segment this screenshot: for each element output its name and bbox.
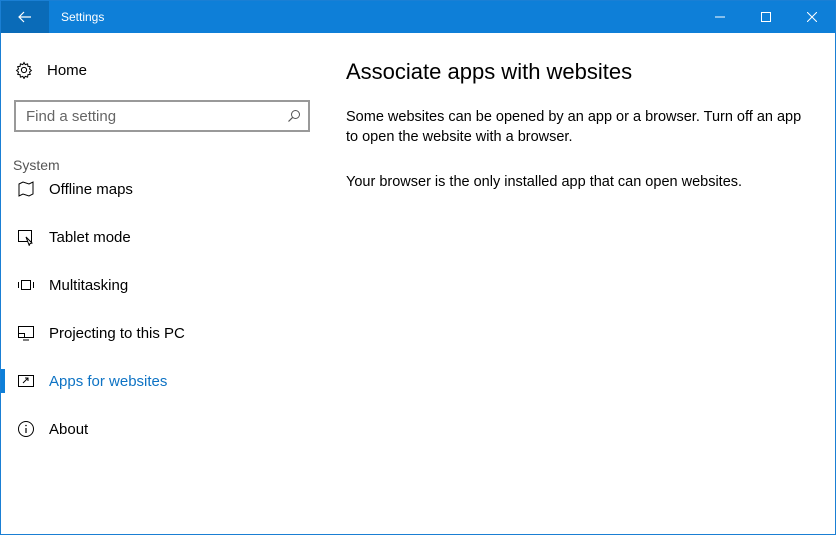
nav-home-label: Home [47, 61, 88, 79]
search-input[interactable] [16, 102, 280, 130]
page-title: Associate apps with websites [346, 59, 633, 84]
active-indicator [1, 369, 5, 393]
maximize-button[interactable] [743, 1, 789, 33]
back-button[interactable] [1, 1, 49, 33]
map-icon [17, 180, 35, 198]
sidebar-item-label: About [49, 420, 89, 438]
nav-home[interactable]: Home [15, 59, 87, 81]
sidebar-item-label: Apps for websites [49, 372, 168, 390]
close-icon [807, 12, 817, 22]
close-button[interactable] [789, 1, 835, 33]
sidebar-item-label: Offline maps [49, 180, 133, 198]
sidebar-item-offline-maps[interactable]: Offline maps [1, 175, 323, 209]
minimize-icon [715, 16, 725, 18]
sidebar-item-multitasking[interactable]: Multitasking [1, 265, 323, 305]
multitasking-icon [17, 276, 35, 294]
window-title: Settings [61, 10, 105, 24]
sidebar-item-about[interactable]: About [1, 409, 323, 449]
section-label-system: System [13, 157, 60, 173]
nav-list: Offline maps Tablet mode Multitasking Pr… [1, 175, 323, 534]
search-box[interactable] [14, 100, 310, 132]
sidebar-item-apps-for-websites[interactable]: Apps for websites [1, 361, 323, 401]
settings-window: Settings Home Find a setting System Offl… [0, 0, 836, 535]
gear-icon [15, 61, 33, 79]
sidebar-item-projecting[interactable]: Projecting to this PC [1, 313, 323, 353]
title-bar: Settings [1, 1, 835, 33]
back-arrow-icon [18, 11, 31, 23]
search-icon[interactable] [280, 102, 308, 130]
sidebar-item-label: Projecting to this PC [49, 324, 185, 342]
projecting-icon [17, 324, 35, 342]
info-icon [17, 420, 35, 438]
tablet-mode-icon [17, 228, 35, 246]
sidebar: Home System Offline maps [1, 33, 323, 534]
sidebar-item-label: Tablet mode [49, 228, 131, 246]
sidebar-item-tablet-mode[interactable]: Tablet mode [1, 217, 323, 257]
maximize-icon [761, 12, 771, 22]
minimize-button[interactable] [697, 1, 743, 33]
page-description: Some websites can be opened by an app or… [346, 109, 802, 145]
sidebar-item-label: Multitasking [49, 276, 129, 294]
window-controls [697, 1, 835, 33]
status-message: Your browser is the only installed app t… [346, 174, 743, 190]
apps-for-websites-icon [17, 372, 35, 390]
